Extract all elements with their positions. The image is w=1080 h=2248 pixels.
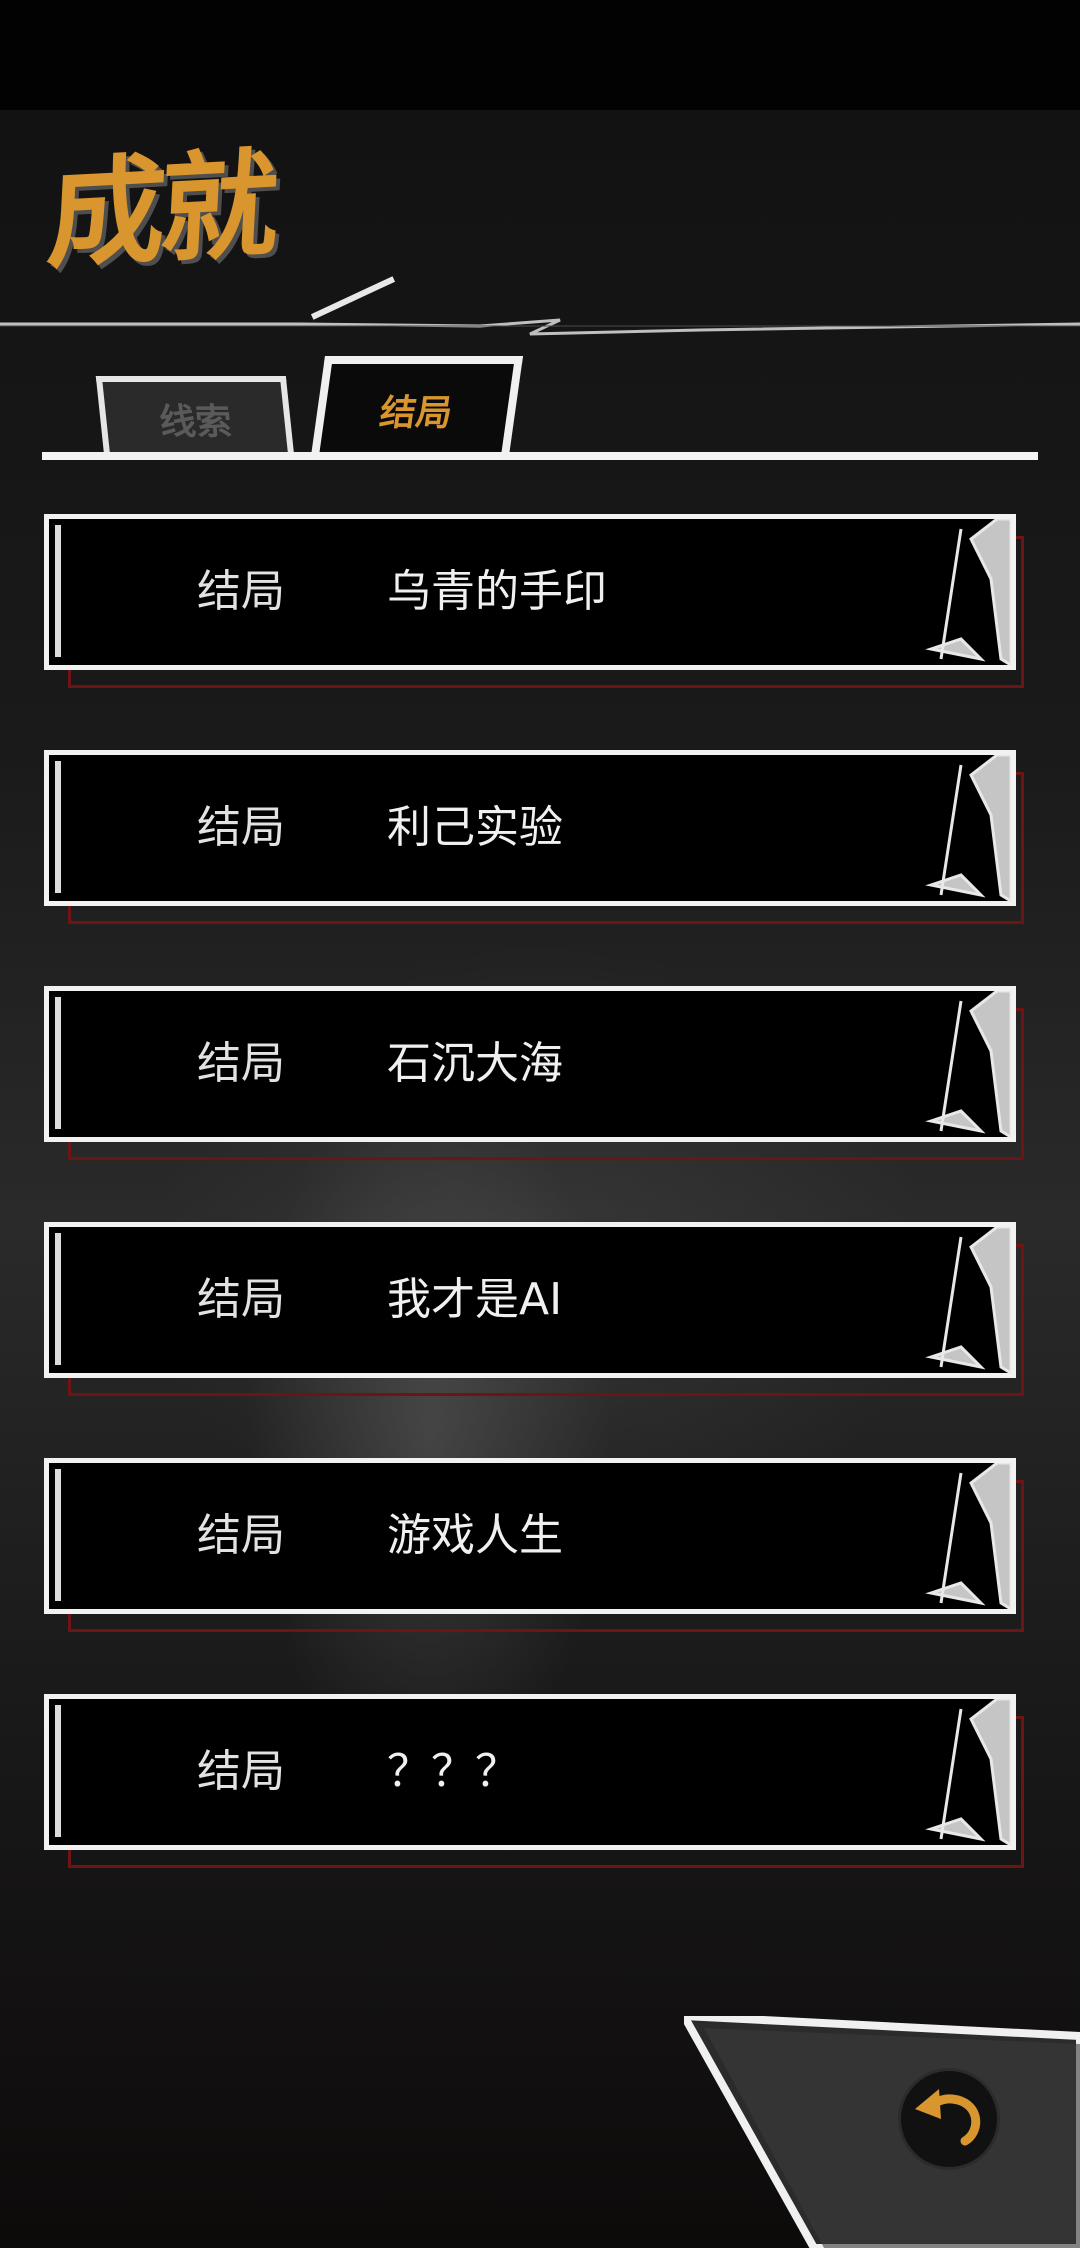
tab-underline	[42, 452, 1038, 460]
tab-clues-label: 线索	[157, 402, 234, 443]
item-card: 结局 我才是AI	[44, 1222, 1016, 1378]
crack-divider	[0, 318, 1080, 336]
grunge-decoration	[925, 991, 1011, 1137]
back-arrow-icon	[915, 2089, 981, 2146]
title-block: 成就	[44, 135, 396, 320]
ending-name: ？？？	[387, 1746, 519, 1797]
grunge-decoration	[925, 1463, 1011, 1609]
page-title: 成就	[43, 135, 277, 285]
item-card: 结局 利己实验	[44, 750, 1016, 906]
item-card: 结局 乌青的手印	[44, 514, 1016, 670]
ending-label: 结局	[197, 566, 285, 617]
tab-clues[interactable]: 线索	[95, 376, 295, 456]
grunge-decoration	[925, 1227, 1011, 1373]
ending-item-1[interactable]: 结局 乌青的手印	[44, 514, 1024, 688]
grunge-decoration	[925, 755, 1011, 901]
ending-label: 结局	[197, 1274, 285, 1325]
ending-item-6[interactable]: 结局 ？？？	[44, 1694, 1024, 1868]
tab-endings-label: 结局	[377, 393, 455, 434]
ending-name: 石沉大海	[387, 1038, 563, 1089]
back-button[interactable]	[898, 2068, 1000, 2170]
item-card: 结局 游戏人生	[44, 1458, 1016, 1614]
ending-name: 游戏人生	[387, 1510, 563, 1561]
status-bar-area	[0, 0, 1080, 110]
ending-name: 利己实验	[387, 802, 563, 853]
ending-item-4[interactable]: 结局 我才是AI	[44, 1222, 1024, 1396]
ending-name: 乌青的手印	[387, 566, 607, 617]
grunge-decoration	[925, 519, 1011, 665]
ending-label: 结局	[197, 802, 285, 853]
ending-label: 结局	[197, 1746, 285, 1797]
ending-item-5[interactable]: 结局 游戏人生	[44, 1458, 1024, 1632]
ending-name: 我才是AI	[387, 1274, 563, 1325]
back-panel	[684, 2016, 1080, 2248]
ending-label: 结局	[197, 1038, 285, 1089]
item-card: 结局 ？？？	[44, 1694, 1016, 1850]
item-card: 结局 石沉大海	[44, 986, 1016, 1142]
ending-label: 结局	[197, 1510, 285, 1561]
grunge-decoration	[925, 1699, 1011, 1845]
tab-endings[interactable]: 结局	[310, 356, 524, 456]
ending-item-3[interactable]: 结局 石沉大海	[44, 986, 1024, 1160]
ending-item-2[interactable]: 结局 利己实验	[44, 750, 1024, 924]
